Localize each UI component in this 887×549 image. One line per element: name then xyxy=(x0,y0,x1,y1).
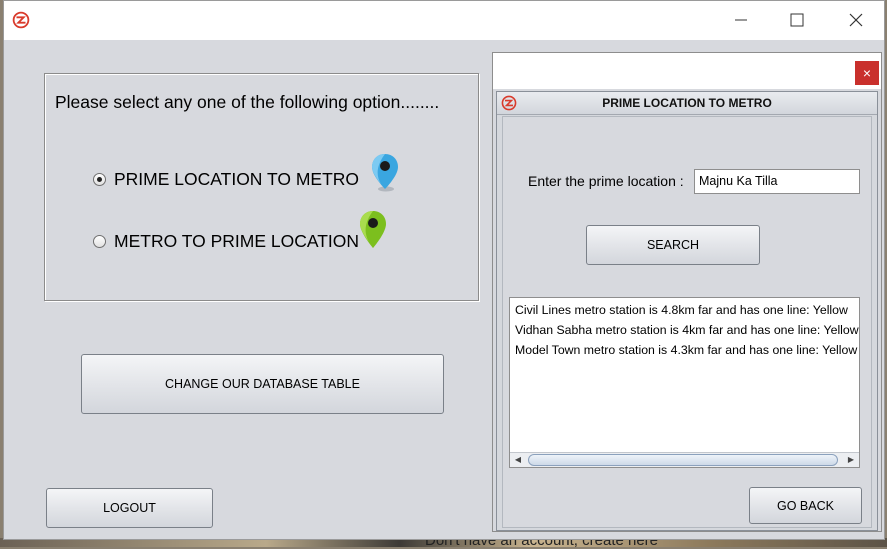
change-database-button[interactable]: CHANGE OUR DATABASE TABLE xyxy=(81,354,444,414)
green-map-pin-icon xyxy=(360,211,386,248)
close-icon[interactable] xyxy=(842,9,870,31)
radio-prime-to-metro[interactable] xyxy=(93,172,106,186)
options-panel: Please select any one of the following o… xyxy=(44,73,479,301)
option-prompt: Please select any one of the following o… xyxy=(55,92,440,112)
maximize-icon[interactable] xyxy=(783,9,811,31)
dialog-close-button[interactable]: × xyxy=(855,61,879,85)
dialog-title: PRIME LOCATION TO METRO xyxy=(602,96,772,110)
list-item: Civil Lines metro station is 4.8km far a… xyxy=(515,303,848,317)
scrollbar-thumb[interactable] xyxy=(528,454,838,466)
go-back-button[interactable]: GO BACK xyxy=(749,487,862,524)
horizontal-scrollbar[interactable]: ◀ ▶ xyxy=(510,452,859,467)
title-bar xyxy=(4,1,884,40)
minimize-icon[interactable] xyxy=(727,9,755,31)
option-label: PRIME LOCATION TO METRO xyxy=(114,168,360,189)
prime-location-label: Enter the prime location : xyxy=(528,173,684,189)
list-item: Vidhan Sabha metro station is 4km far an… xyxy=(515,323,859,337)
dialog-body: Enter the prime location : Majnu Ka Till… xyxy=(502,116,872,528)
scroll-left-icon[interactable]: ◀ xyxy=(512,454,524,466)
option-label: METRO TO PRIME LOCATION xyxy=(114,230,360,251)
blue-map-pin-icon xyxy=(372,154,398,192)
inner-title-bar: PRIME LOCATION TO METRO xyxy=(497,92,877,115)
search-button[interactable]: SEARCH xyxy=(586,225,760,265)
list-item: Model Town metro station is 4.3km far an… xyxy=(515,343,858,357)
dialog-title-bar: × xyxy=(493,53,881,89)
results-list[interactable]: Civil Lines metro station is 4.8km far a… xyxy=(509,297,860,468)
inner-frame: PRIME LOCATION TO METRO Enter the prime … xyxy=(496,91,878,531)
radio-metro-to-prime[interactable] xyxy=(93,234,106,248)
metro-logo-icon xyxy=(12,11,30,29)
prime-to-metro-dialog: × PRIME LOCATION TO METRO Enter the prim… xyxy=(492,52,882,532)
scroll-right-icon[interactable]: ▶ xyxy=(845,454,857,466)
prime-location-input[interactable]: Majnu Ka Tilla xyxy=(694,169,860,194)
logout-button[interactable]: LOGOUT xyxy=(46,488,213,528)
option-prime-to-metro[interactable]: PRIME LOCATION TO METRO xyxy=(93,166,359,192)
option-metro-to-prime[interactable]: METRO TO PRIME LOCATION xyxy=(93,228,359,254)
